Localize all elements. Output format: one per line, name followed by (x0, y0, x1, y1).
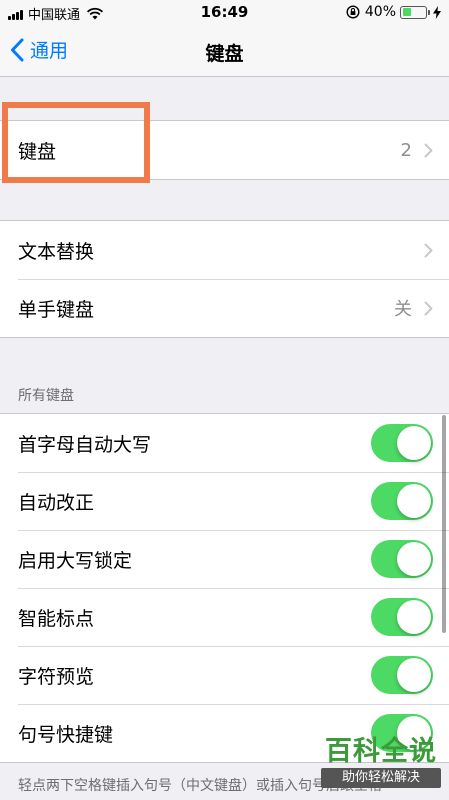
keyboards-group: 键盘 2 (0, 120, 449, 180)
charging-icon (433, 5, 441, 19)
toggle-row-character-preview: 字符预览 (0, 646, 449, 704)
keyboards-row-label: 键盘 (18, 140, 57, 163)
toggle-row-caps-lock: 启用大写锁定 (0, 530, 449, 588)
toggle-row-auto-capitalization: 首字母自动大写 (0, 414, 449, 472)
auto-correction-label: 自动改正 (18, 491, 95, 514)
rotation-lock-icon (346, 5, 360, 19)
toggle-row-auto-correction: 自动改正 (0, 472, 449, 530)
toggle-row-smart-punctuation: 智能标点 (0, 588, 449, 646)
watermark-subtitle: 助你轻松解决 (321, 768, 441, 788)
keyboards-row-detail: 2 (401, 121, 433, 179)
keyboards-count: 2 (400, 139, 412, 161)
battery-cap (428, 9, 430, 15)
chevron-right-icon (424, 143, 433, 157)
text-replacement-detail (424, 221, 433, 279)
auto-capitalization-toggle[interactable] (371, 424, 433, 462)
navigation-bar: 通用 键盘 (0, 26, 449, 77)
chevron-right-icon (424, 243, 433, 257)
text-options-group: 文本替换 单手键盘 关 (0, 220, 449, 338)
smart-punctuation-label: 智能标点 (18, 607, 95, 630)
battery-icon (400, 5, 427, 19)
character-preview-toggle[interactable] (371, 656, 433, 694)
character-preview-label: 字符预览 (18, 665, 95, 688)
keyboards-row[interactable]: 键盘 2 (0, 121, 449, 179)
status-bar: 中国联通 16:49 40% (0, 0, 449, 26)
page-title: 键盘 (205, 43, 244, 65)
auto-correction-toggle[interactable] (371, 482, 433, 520)
one-handed-keyboard-value: 关 (394, 299, 412, 320)
period-shortcut-label: 句号快捷键 (18, 723, 114, 746)
one-handed-keyboard-row[interactable]: 单手键盘 关 (0, 279, 449, 337)
status-right: 40% (346, 4, 441, 20)
scroll-indicator (442, 415, 446, 633)
chevron-right-icon (424, 301, 433, 315)
all-keyboards-group: 首字母自动大写 自动改正 启用大写锁定 智能标点 字符预览 句号快捷键 (0, 413, 449, 763)
caps-lock-label: 启用大写锁定 (18, 549, 133, 572)
watermark-title: 百科全说 (325, 736, 437, 767)
watermark-logo: 百科全说 助你轻松解决 (321, 736, 441, 788)
auto-capitalization-label: 首字母自动大写 (18, 433, 152, 456)
battery-percent: 40% (364, 4, 396, 20)
all-keyboards-header: 所有键盘 (18, 388, 74, 404)
caps-lock-toggle[interactable] (371, 540, 433, 578)
text-replacement-row[interactable]: 文本替换 (0, 221, 449, 279)
one-handed-keyboard-detail: 关 (394, 279, 433, 337)
one-handed-keyboard-label: 单手键盘 (18, 298, 95, 321)
text-replacement-label: 文本替换 (18, 240, 95, 263)
smart-punctuation-toggle[interactable] (371, 598, 433, 636)
